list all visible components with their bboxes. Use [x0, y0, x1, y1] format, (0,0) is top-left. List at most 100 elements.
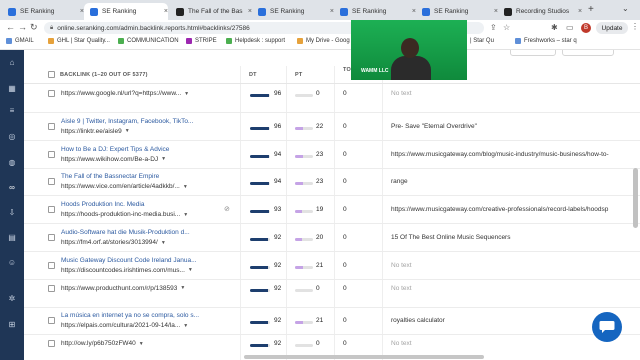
chat-button[interactable] [592, 312, 622, 342]
browser-tab[interactable]: SE Ranking × [252, 3, 334, 20]
link-icon[interactable]: ∞ [7, 183, 17, 193]
menu-icon[interactable]: ⋮ [631, 22, 639, 31]
row-checkbox[interactable] [48, 150, 55, 158]
browser-tab[interactable]: The Fall of the Bas × [170, 3, 252, 20]
table-row[interactable]: https://www.producthunt.com/r/p/138593 ▼ 9… [24, 280, 640, 308]
dt-bar-fill [250, 94, 270, 97]
table-row[interactable]: Audio-Software hat die Musik-Produktion … [24, 224, 640, 252]
row-checkbox[interactable] [48, 206, 55, 214]
backlink-title[interactable]: Aisle 9 | Twitter, Instagram, Facebook, … [61, 118, 199, 125]
backlink-title[interactable]: Music Gateway Discount Code Ireland Janu… [61, 257, 199, 264]
close-icon[interactable]: × [578, 8, 582, 15]
recording-favicon-icon [504, 7, 512, 16]
vertical-scrollbar[interactable] [633, 168, 638, 228]
backlink-url[interactable]: https://www.wikihow.com/Be-a-DJ ▼ [61, 156, 166, 163]
dropdown-arrow-icon[interactable]: ▼ [188, 267, 193, 273]
backlink-url[interactable]: https://www.producthunt.com/r/p/138593 ▼ [61, 285, 185, 292]
table-row[interactable]: Music Gateway Discount Code Ireland Janu… [24, 252, 640, 280]
browser-tab[interactable]: SE Ranking × [334, 3, 416, 20]
row-checkbox[interactable] [48, 122, 55, 130]
hide-icon[interactable]: ⊘ [224, 205, 230, 213]
reload-icon[interactable]: ↻ [30, 22, 38, 33]
backlink-url[interactable]: https://linktr.ee/aisle9 ▼ [61, 128, 130, 135]
compass-icon[interactable]: ◎ [7, 132, 17, 142]
table-row[interactable]: Aisle 9 | Twitter, Instagram, Facebook, … [24, 113, 640, 141]
row-checkbox[interactable] [48, 261, 55, 269]
backlink-title[interactable]: Audio-Software hat die Musik-Produktion … [61, 229, 199, 236]
row-checkbox[interactable] [48, 284, 55, 292]
backlink-url[interactable]: https://hoods-produktion-inc-media.busi.… [61, 211, 188, 218]
dropdown-arrow-icon[interactable]: ▼ [183, 184, 188, 190]
bookmark-item[interactable]: Helpdesk : support [226, 38, 285, 44]
cart-icon[interactable]: ⊞ [7, 320, 17, 330]
bookmark-item[interactable]: | Star Qu [470, 38, 494, 44]
download-icon[interactable]: ⇩ [7, 208, 17, 218]
globe-icon[interactable]: ◍ [7, 158, 17, 168]
dropdown-arrow-icon[interactable]: ▼ [125, 128, 130, 134]
header-backlink[interactable]: BACKLINK (1–20 OUT OF 5377) [60, 72, 148, 78]
header-dt[interactable]: DT [249, 72, 257, 78]
bookmark-item[interactable]: STRIPE [186, 38, 217, 44]
back-icon[interactable]: ← [6, 22, 15, 32]
new-tab-button[interactable]: + [588, 4, 594, 15]
backlink-title[interactable]: How to Be a DJ: Expert Tips & Advice [61, 146, 199, 153]
backlink-title[interactable]: La música en internet ya no se compra, s… [61, 312, 199, 319]
dashboard-icon[interactable]: ▦ [7, 84, 17, 94]
table-row[interactable]: How to Be a DJ: Expert Tips & Advice http… [24, 141, 640, 169]
backlink-url[interactable]: https://www.vice.com/en/article/4adkkb/.… [61, 183, 188, 190]
sidebar-toggle-icon[interactable]: ▭ [566, 23, 574, 32]
backlink-title[interactable]: Hoods Produktion Inc. Media [61, 201, 199, 208]
pt-bar [295, 94, 313, 97]
backlink-url[interactable]: http://ow.ly/p6b750zFW40 ▼ [61, 340, 144, 347]
dropdown-arrow-icon[interactable]: ▼ [183, 212, 188, 218]
document-icon[interactable]: ▤ [7, 233, 17, 243]
share-icon[interactable]: ⇪ [490, 23, 497, 32]
row-checkbox[interactable] [48, 234, 55, 241]
profile-avatar[interactable]: B [581, 23, 591, 33]
tab-search-icon[interactable]: ⌄ [622, 4, 629, 13]
user-icon[interactable]: ☺ [7, 258, 17, 268]
browser-tab[interactable]: Recording Studios × [498, 3, 584, 20]
row-checkbox[interactable] [48, 317, 55, 325]
update-button[interactable]: Update [596, 22, 628, 34]
backlink-url[interactable]: https://fm4.orf.at/stories/3013994/▼ [61, 239, 166, 246]
table-row[interactable]: La música en internet ya no se compra, s… [24, 307, 640, 336]
backlink-url[interactable]: https://www.google.nl/url?q=https://www.… [61, 90, 189, 97]
bookmark-item[interactable]: GMAIL [6, 38, 34, 44]
forward-icon[interactable]: → [18, 22, 27, 32]
tt-value: 0 [343, 261, 347, 269]
toolbar-button[interactable] [562, 50, 614, 56]
dropdown-arrow-icon[interactable]: ▼ [180, 285, 185, 291]
backlink-url[interactable]: https://discountcodes.irishtimes.com/mus… [61, 267, 193, 274]
home-icon[interactable]: ⌂ [7, 58, 17, 68]
bookmark-item[interactable]: Freshworks – star q [515, 38, 577, 44]
dropdown-arrow-icon[interactable]: ▼ [184, 91, 189, 97]
row-checkbox[interactable] [48, 178, 55, 186]
row-checkbox[interactable] [48, 90, 55, 97]
backlink-url[interactable]: https://elpais.com/cultura/2021-09-14/la… [61, 322, 188, 329]
dropdown-arrow-icon[interactable]: ▼ [161, 156, 166, 162]
bookmark-item[interactable]: GHL | Star Quality... [48, 38, 110, 44]
settings-icon[interactable]: ✲ [7, 294, 17, 304]
row-checkbox[interactable] [48, 340, 55, 348]
toolbar-button[interactable] [510, 50, 556, 56]
browser-tab[interactable]: SE Ranking × [2, 3, 84, 20]
browser-tab[interactable]: SE Ranking × [416, 3, 498, 20]
list-icon[interactable]: ≡ [7, 106, 17, 116]
dropdown-arrow-icon[interactable]: ▼ [139, 341, 144, 347]
browser-tab-active[interactable]: SE Ranking × [84, 3, 168, 20]
select-all-checkbox[interactable] [48, 71, 55, 78]
extensions-icon[interactable]: ✱ [551, 23, 558, 32]
horizontal-scrollbar[interactable] [244, 355, 484, 359]
table-row[interactable]: The Fall of the Bassnectar Empire https:/… [24, 168, 640, 197]
header-pt[interactable]: PT [295, 72, 302, 78]
bookmark-item[interactable]: My Drive - Goog [297, 38, 350, 44]
dropdown-arrow-icon[interactable]: ▼ [183, 323, 188, 329]
backlink-title[interactable]: The Fall of the Bassnectar Empire [61, 173, 199, 180]
table-row[interactable]: Hoods Produktion Inc. Media https://hoods… [24, 196, 640, 225]
table-row[interactable]: https://www.google.nl/url?q=https://www.… [24, 85, 640, 113]
star-icon[interactable]: ☆ [503, 23, 510, 32]
bookmark-item[interactable]: COMMUNICATION [118, 38, 179, 44]
dropdown-arrow-icon[interactable]: ▼ [161, 240, 166, 246]
close-icon[interactable]: × [164, 8, 168, 15]
